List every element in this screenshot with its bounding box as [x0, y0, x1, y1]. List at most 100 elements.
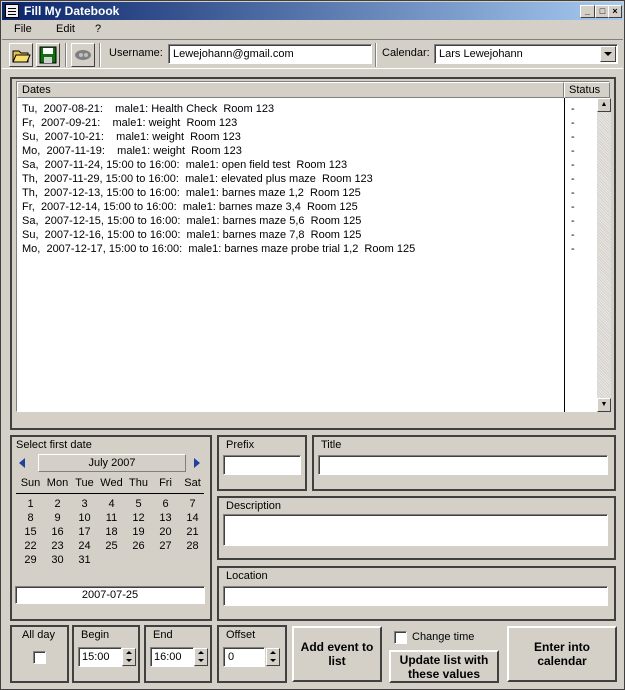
connect-button[interactable] — [71, 43, 95, 67]
change-time-checkbox[interactable] — [394, 631, 407, 644]
list-item[interactable]: Su, 2007-12-16, 15:00 to 16:00: male1: b… — [17, 228, 564, 242]
list-item[interactable]: Sa, 2007-12-15, 15:00 to 16:00: male1: b… — [17, 214, 564, 228]
calendar-grid: Sun Mon Tue Wed Thu Fri Sat 1 2 3 4 5 6 7 8 9 10 11 12 13 14… — [17, 477, 206, 567]
calendar-day[interactable]: 13 — [152, 511, 179, 525]
calendar-day[interactable]: 4 — [98, 497, 125, 511]
calendar-day[interactable]: 16 — [44, 525, 71, 539]
description-input[interactable] — [223, 514, 608, 546]
location-label: Location — [226, 570, 268, 582]
calendar-day[interactable]: 8 — [17, 511, 44, 525]
date-picker-panel: Select first date July 2007 Sun Mon Tue Wed… — [10, 435, 212, 621]
dates-list[interactable]: Dates Status Tu, 2007-08-21: male1: Heal… — [16, 81, 611, 412]
title-group: Title — [312, 435, 616, 491]
list-item[interactable]: Tu, 2007-08-21: male1: Health Check Room… — [17, 102, 564, 116]
calendar-day[interactable]: 26 — [125, 539, 152, 553]
username-label: Username: — [109, 47, 163, 59]
calendar-day — [98, 553, 125, 567]
calendar-day[interactable]: 3 — [71, 497, 98, 511]
end-input[interactable]: 16:00 — [150, 647, 194, 667]
close-button[interactable]: × — [608, 5, 622, 18]
menu-file[interactable]: File — [14, 20, 32, 38]
menu-help[interactable]: ? — [95, 20, 101, 38]
list-item[interactable]: Su, 2007-10-21: male1: weight Room 123 — [17, 130, 564, 144]
calendar-day[interactable]: 9 — [44, 511, 71, 525]
list-item-status: - — [571, 159, 575, 171]
calendar-day[interactable]: 29 — [17, 553, 44, 567]
calendar-day[interactable]: 23 — [44, 539, 71, 553]
calendar-select[interactable]: Lars Lewejohann — [434, 44, 618, 64]
scroll-up-button[interactable]: ▲ — [597, 98, 611, 112]
dropdown-button[interactable] — [600, 46, 616, 62]
app-icon — [5, 4, 19, 18]
prefix-label: Prefix — [226, 439, 255, 451]
calendar-day[interactable]: 7 — [179, 497, 206, 511]
begin-spinner[interactable] — [122, 648, 136, 666]
list-item-status: - — [571, 145, 575, 157]
begin-input[interactable]: 15:00 — [78, 647, 122, 667]
minimize-button[interactable]: _ — [580, 5, 595, 18]
add-event-button[interactable]: Add event to list — [292, 626, 382, 682]
column-header-status[interactable]: Status — [564, 82, 610, 98]
scroll-down-button[interactable]: ▼ — [597, 398, 611, 412]
save-button[interactable] — [36, 43, 60, 67]
end-spinner[interactable] — [194, 648, 208, 666]
calendar-day[interactable]: 30 — [44, 553, 71, 567]
offset-spinner[interactable] — [266, 648, 280, 666]
list-item[interactable]: Th, 2007-12-13, 15:00 to 16:00: male1: b… — [17, 186, 564, 200]
calendar-day[interactable]: 22 — [17, 539, 44, 553]
calendar-day[interactable]: 15 — [17, 525, 44, 539]
title-input[interactable] — [318, 455, 608, 475]
calendar-day[interactable]: 19 — [125, 525, 152, 539]
list-item[interactable]: Mo, 2007-11-19: male1: weight Room 123 — [17, 144, 564, 158]
save-disk-icon — [39, 46, 57, 64]
calendar-day[interactable]: 2 — [44, 497, 71, 511]
calendar-day[interactable]: 17 — [71, 525, 98, 539]
username-input[interactable]: Lewejohann@gmail.com — [168, 44, 372, 64]
enter-calendar-button[interactable]: Enter into calendar — [507, 626, 617, 682]
location-input[interactable] — [223, 586, 608, 606]
description-label: Description — [226, 500, 282, 512]
list-item-status: - — [571, 243, 575, 255]
calendar-day[interactable]: 25 — [98, 539, 125, 553]
begin-group: Begin 15:00 — [72, 625, 140, 683]
status-rows: - - - - - - - - - - - — [565, 102, 597, 256]
selected-date-field[interactable]: 2007-07-25 — [15, 586, 205, 604]
open-folder-button[interactable] — [9, 43, 33, 67]
next-month-icon[interactable] — [194, 458, 200, 468]
prefix-input[interactable] — [223, 455, 301, 475]
prefix-group: Prefix — [217, 435, 307, 491]
column-header-dates[interactable]: Dates — [17, 82, 564, 98]
calendar-day[interactable]: 21 — [179, 525, 206, 539]
menu-edit[interactable]: Edit — [56, 20, 75, 38]
toolbar-separator — [99, 43, 101, 67]
allday-checkbox[interactable] — [33, 651, 46, 664]
calendar-day[interactable]: 27 — [152, 539, 179, 553]
weekday-header: Sat — [184, 477, 201, 489]
calendar-day[interactable]: 6 — [152, 497, 179, 511]
calendar-day[interactable]: 20 — [152, 525, 179, 539]
calendar-day[interactable]: 31 — [71, 553, 98, 567]
calendar-day[interactable]: 24 — [71, 539, 98, 553]
calendar-day[interactable]: 11 — [98, 511, 125, 525]
allday-group: All day — [10, 625, 69, 683]
offset-input[interactable]: 0 — [223, 647, 265, 667]
list-item[interactable]: Sa, 2007-11-24, 15:00 to 16:00: male1: o… — [17, 158, 564, 172]
calendar-day[interactable]: 14 — [179, 511, 206, 525]
calendar-day[interactable]: 10 — [71, 511, 98, 525]
calendar-day[interactable]: 12 — [125, 511, 152, 525]
weekday-header: Mon — [46, 477, 69, 489]
list-item[interactable]: Mo, 2007-12-17, 15:00 to 16:00: male1: b… — [17, 242, 564, 256]
list-item[interactable]: Fr, 2007-12-14, 15:00 to 16:00: male1: b… — [17, 200, 564, 214]
calendar-day[interactable]: 5 — [125, 497, 152, 511]
vertical-scrollbar[interactable]: ▲ ▼ — [597, 98, 611, 412]
calendar-day[interactable]: 28 — [179, 539, 206, 553]
title-bar[interactable]: Fill My Datebook _ □ × — [2, 2, 623, 20]
list-item[interactable]: Th, 2007-11-29, 15:00 to 16:00: male1: e… — [17, 172, 564, 186]
app-window: Fill My Datebook _ □ × File Edit ? Usern… — [0, 0, 625, 690]
calendar-day[interactable]: 18 — [98, 525, 125, 539]
prev-month-icon[interactable] — [19, 458, 25, 468]
calendar-day[interactable]: 1 — [17, 497, 44, 511]
update-list-button[interactable]: Update list with these values — [389, 650, 499, 683]
list-item[interactable]: Fr, 2007-09-21: male1: weight Room 123 — [17, 116, 564, 130]
month-label[interactable]: July 2007 — [38, 454, 186, 472]
